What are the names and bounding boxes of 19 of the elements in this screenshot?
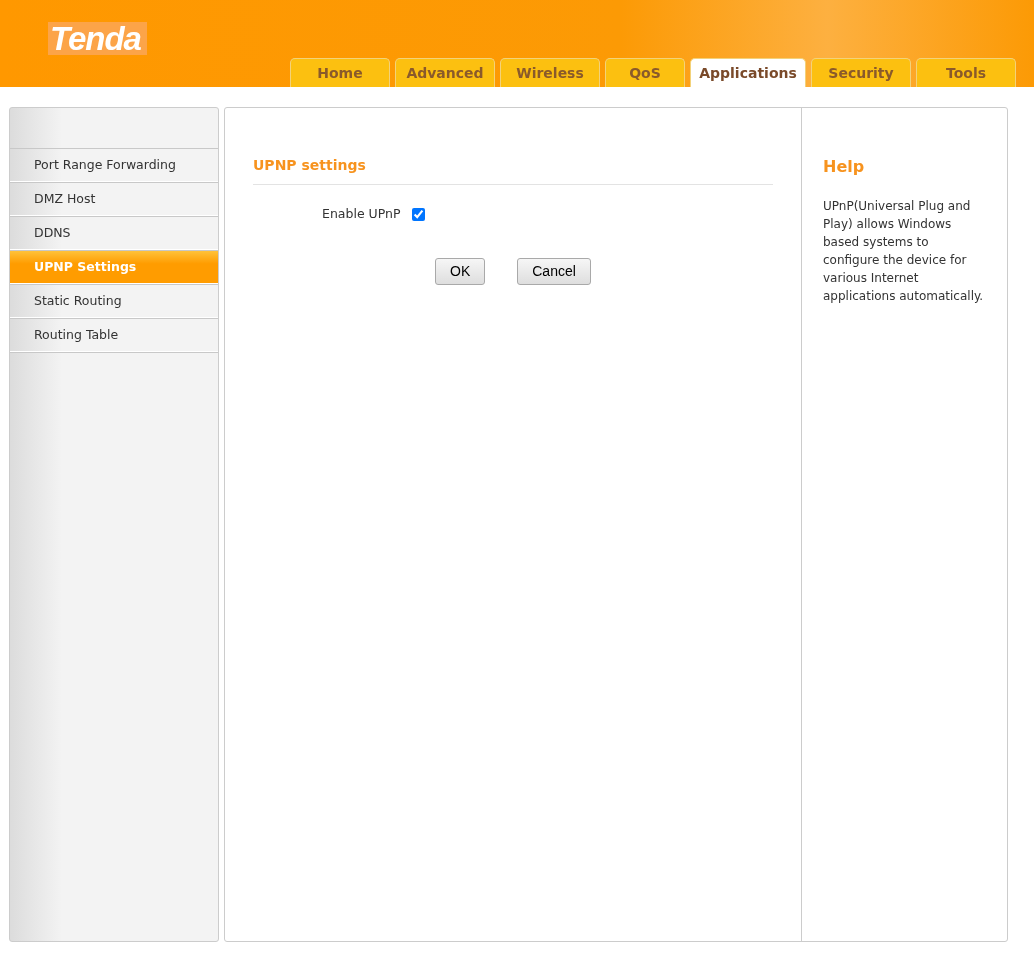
sidebar-item[interactable]: Routing Table <box>10 318 218 352</box>
enable-checkbox[interactable] <box>412 207 426 221</box>
nav-tab[interactable]: Security <box>811 58 911 87</box>
nav-tab[interactable]: Home <box>290 58 390 87</box>
field-label: Enable UPnP <box>322 205 401 223</box>
help-text: UPnP(Universal Plug and Play) allows Windows based systems to configure the device for various Internet applications automatically. <box>823 198 985 305</box>
sidebar-item[interactable]: DMZ Host <box>10 182 218 216</box>
nav-tab[interactable]: QoS <box>605 58 685 87</box>
nav-tab[interactable]: Applications <box>690 58 806 87</box>
sidebar-item[interactable]: Static Routing <box>10 284 218 318</box>
nav-tab[interactable]: Wireless <box>500 58 600 87</box>
cancel-button[interactable]: Cancel <box>517 257 591 285</box>
brand-logo: Tenda <box>48 22 147 55</box>
sidebar-item[interactable]: Port Range Forwarding <box>10 148 218 182</box>
ok-button[interactable]: OK <box>435 257 486 285</box>
help-title: Help <box>823 156 866 178</box>
section-title: UPNP settings <box>253 155 773 185</box>
nav-tab[interactable]: Tools <box>916 58 1016 87</box>
nav-tab[interactable]: Advanced <box>395 58 495 87</box>
